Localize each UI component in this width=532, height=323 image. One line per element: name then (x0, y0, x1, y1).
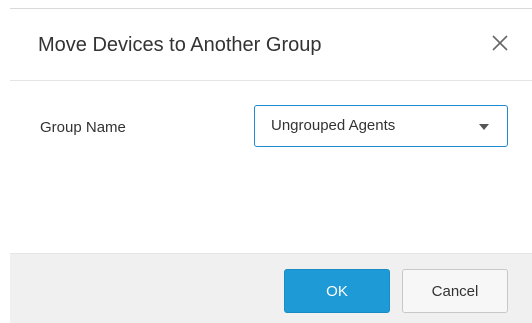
dialog-header: Move Devices to Another Group (10, 9, 532, 81)
close-icon (492, 35, 508, 51)
group-name-select[interactable]: Ungrouped Agents (254, 105, 508, 147)
cancel-button[interactable]: Cancel (402, 269, 508, 313)
ok-button[interactable]: OK (284, 269, 390, 313)
group-name-label: Group Name (40, 119, 126, 136)
dialog-footer: OK Cancel (10, 253, 532, 323)
chevron-down-icon (479, 124, 489, 130)
move-devices-dialog: Move Devices to Another Group Group Name… (0, 0, 532, 323)
dialog-body: Group Name Ungrouped Agents (10, 81, 532, 253)
dialog-title: Move Devices to Another Group (38, 34, 322, 56)
group-name-selected-value: Ungrouped Agents (271, 117, 396, 134)
close-button[interactable] (488, 31, 512, 55)
